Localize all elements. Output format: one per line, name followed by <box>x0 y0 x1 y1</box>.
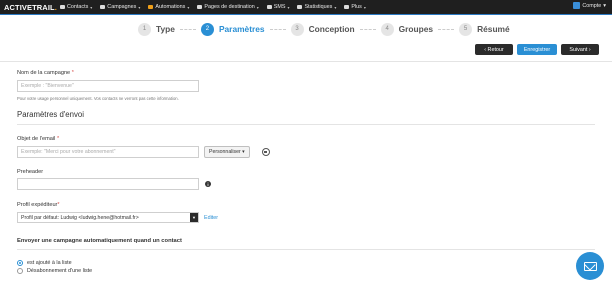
automation-icon <box>148 5 154 9</box>
subject-input[interactable]: Exemple: "Merci pour votre abonnement" <box>17 146 199 158</box>
campaign-name-input[interactable]: Exemple : "Bienvenue" <box>17 80 199 92</box>
trigger-option-added-to-list[interactable]: est ajouté à la liste <box>17 260 72 266</box>
personalize-button[interactable]: Personnaliser ▾ <box>204 146 250 158</box>
subject-label: Objet de l'email * <box>17 136 60 142</box>
chevron-down-icon: ▾ <box>603 2 606 9</box>
step-groups[interactable]: 4 Groupes <box>380 22 433 36</box>
radio-button[interactable] <box>17 260 23 266</box>
step-type[interactable]: 1 Type <box>138 22 175 36</box>
edit-sender-link[interactable]: Editer <box>204 215 218 221</box>
step-parameters[interactable]: 2 Paramètres <box>200 22 265 36</box>
chevron-down-icon: ▾ <box>363 4 366 10</box>
nav-contacts[interactable]: Contacts ▾ <box>60 4 92 10</box>
chart-icon <box>297 5 303 9</box>
next-button[interactable]: Suivant › <box>561 44 599 55</box>
section-divider <box>17 249 595 250</box>
preheader-label: Preheader <box>17 169 44 175</box>
chevron-down-icon: ▾ <box>187 4 190 10</box>
campaign-name-help: Pour votre usage personnel uniquement. V… <box>17 96 179 101</box>
chevron-down-icon: ▾ <box>256 4 259 10</box>
envelope-icon <box>583 261 597 271</box>
save-button[interactable]: Enregistrer <box>517 44 557 55</box>
page-icon <box>197 5 203 9</box>
activetrail-logo[interactable]: ACTIVETRAIL. <box>0 3 60 12</box>
header-accent-line <box>0 14 612 15</box>
wizard-actions: ‹ Retour Enregistrer Suivant › <box>475 44 599 55</box>
chevron-down-icon: ▾ <box>242 149 245 155</box>
top-navigation-bar: ACTIVETRAIL. Contacts ▾ Campagnes ▾ Automa… <box>0 0 612 14</box>
emoji-icon[interactable] <box>262 148 270 156</box>
chevron-down-icon: ▾ <box>334 4 337 10</box>
chevron-down-icon: ▾ <box>90 4 93 10</box>
account-menu[interactable]: Compte ▾ <box>573 2 606 9</box>
section-divider <box>17 124 595 125</box>
back-button[interactable]: ‹ Retour <box>475 44 513 55</box>
preheader-input[interactable] <box>17 178 199 190</box>
step-design[interactable]: 3 Conception <box>290 22 355 36</box>
info-icon[interactable]: i <box>205 181 211 187</box>
envelope-icon <box>100 5 106 9</box>
trigger-title: Envoyer une campagne automatiquement qua… <box>17 238 182 244</box>
avatar <box>573 2 581 9</box>
step-connector <box>438 28 455 30</box>
contact-support-button[interactable] <box>576 252 604 280</box>
sender-profile-label: Profil expéditeur* <box>17 202 60 208</box>
nav-statistics[interactable]: Statistiques ▾ <box>297 4 336 10</box>
step-connector <box>179 28 196 30</box>
nav-campaigns[interactable]: Campagnes ▾ <box>100 4 140 10</box>
chevron-down-icon: ▾ <box>138 4 141 10</box>
step-connector <box>269 28 286 30</box>
nav-automations[interactable]: Automations ▾ <box>148 4 189 10</box>
chevron-down-icon: ▾ <box>287 4 290 10</box>
header-divider <box>0 61 612 62</box>
chevron-right-icon: › <box>587 46 591 53</box>
wizard-stepper: 1 Type 2 Paramètres 3 Conception 4 Groupes 5… <box>138 22 510 36</box>
sender-profile-select[interactable]: Profil par défaut: Ludwig <ludwig.hene@h… <box>17 212 199 223</box>
step-connector <box>359 28 376 30</box>
section-title-send-settings: Paramètres d'envoi <box>17 110 84 119</box>
nav-more[interactable]: Plus ▾ <box>344 4 366 10</box>
radio-button[interactable] <box>17 268 23 274</box>
step-summary[interactable]: 5 Résumé <box>459 22 510 36</box>
nav-landing-pages[interactable]: Pages de destination ▾ <box>197 4 259 10</box>
campaign-name-label: Nom de la campagne * <box>17 70 74 76</box>
chevron-down-icon: ▼ <box>190 213 198 222</box>
trigger-option-unsubscribe[interactable]: Désabonnement d'une liste <box>17 268 92 274</box>
mobile-icon <box>266 5 272 9</box>
person-icon <box>60 5 65 9</box>
nav-sms[interactable]: SMS ▾ <box>266 4 290 10</box>
grid-icon <box>344 5 350 9</box>
